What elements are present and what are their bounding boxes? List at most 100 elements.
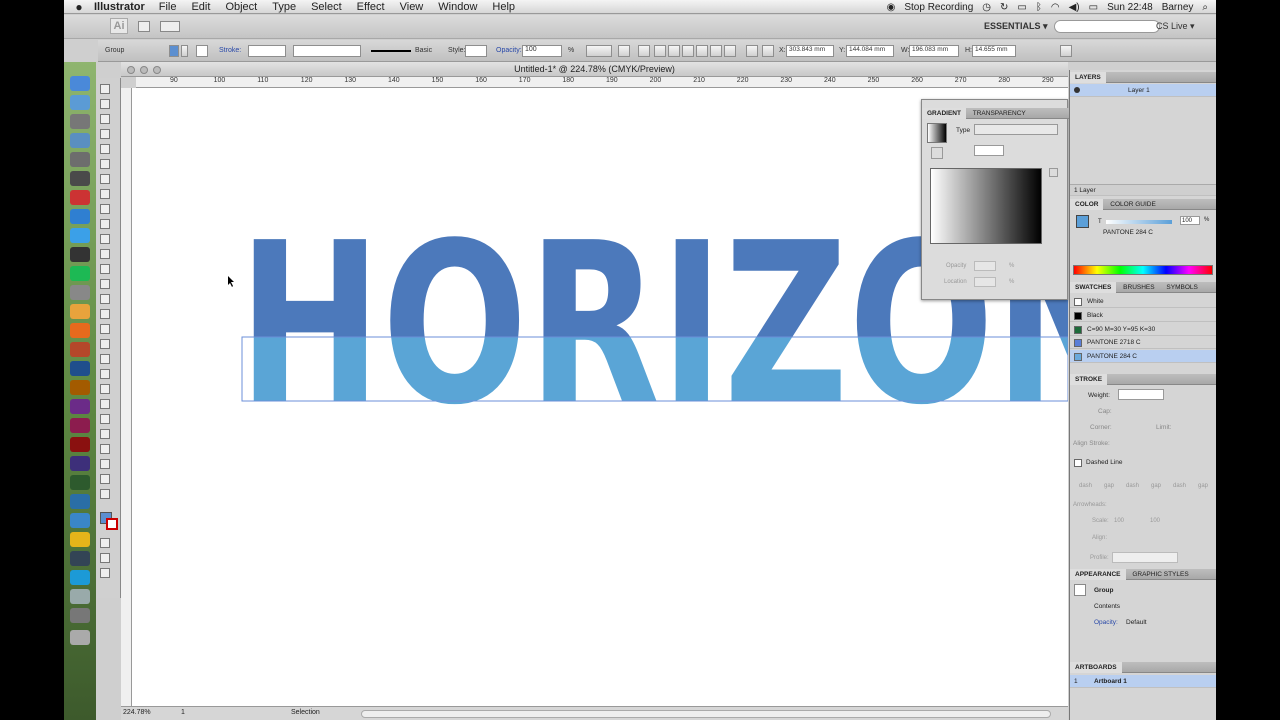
align-right-icon[interactable] [682,45,694,57]
document-tab[interactable]: Untitled-1* @ 224.78% (CMYK/Preview) [121,62,1068,77]
artboard-tool-icon[interactable] [100,444,110,454]
reference-point-icon[interactable] [762,45,774,57]
spotify-icon[interactable] [70,266,90,281]
arrange-documents-icon[interactable] [160,21,180,32]
stroke-weight-field[interactable] [248,45,286,57]
mail-icon[interactable] [70,133,90,148]
blend-tool-icon[interactable] [100,399,110,409]
slice-tool-icon[interactable] [100,459,110,469]
opacity-field[interactable]: 100 [522,45,562,57]
appearance-contents[interactable]: Contents [1094,603,1120,610]
pencil-tool-icon[interactable] [100,219,110,229]
artboard-row[interactable]: 1 Artboard 1 [1070,675,1216,688]
downloads-icon[interactable] [70,589,90,604]
dreamweaver-icon[interactable] [70,475,90,490]
firefox-icon[interactable] [70,323,90,338]
after-effects-icon[interactable] [70,456,90,471]
zoom-tool-icon[interactable] [100,489,110,499]
stroke-weight-input[interactable] [1118,389,1164,400]
browser-icon[interactable] [70,513,90,528]
variable-width-profile[interactable] [293,45,361,57]
gradient-slider-preview[interactable] [930,168,1042,244]
stop-location-field[interactable] [974,277,996,287]
opacity-label[interactable]: Opacity: [496,47,522,54]
minimize-window-icon[interactable] [140,66,148,74]
stop-recording-label[interactable]: Stop Recording [904,2,973,13]
free-transform-tool-icon[interactable] [100,309,110,319]
appearance-group[interactable]: Group [1094,587,1114,594]
search-input[interactable] [1054,20,1160,33]
finder-icon[interactable] [70,76,90,91]
color-mode-icon[interactable] [100,538,110,548]
bridge-icon[interactable] [138,21,150,32]
hand-tool-icon[interactable] [100,474,110,484]
stroke-label[interactable]: Stroke: [219,47,241,54]
artboard-navigation[interactable]: 1 [181,709,185,716]
terminal-icon[interactable] [70,551,90,566]
w-field[interactable]: 196.083 mm [909,45,959,57]
eraser-tool-icon[interactable] [100,249,110,259]
volume-icon[interactable]: ◀) [1069,2,1080,13]
horizontal-scrollbar[interactable] [361,710,1051,718]
system-icon[interactable] [70,152,90,167]
mesh-tool-icon[interactable] [100,354,110,364]
perspective-grid-tool-icon[interactable] [100,339,110,349]
menu-app-name[interactable]: Illustrator [94,1,145,13]
recolor-artwork-icon[interactable] [586,45,612,57]
sync-icon[interactable]: ↻ [1000,2,1008,13]
stop-recording-icon[interactable]: ◉ [887,2,896,13]
close-window-icon[interactable] [127,66,135,74]
documents-icon[interactable] [70,608,90,623]
indesign-icon[interactable] [70,418,90,433]
safari-icon[interactable] [70,95,90,110]
tab-brushes[interactable]: BRUSHES [1118,282,1159,293]
battery-icon[interactable]: ▭ [1089,2,1098,13]
visibility-eye-icon[interactable] [1074,87,1080,93]
selection-tool-icon[interactable] [100,84,110,94]
zoom-window-icon[interactable] [153,66,161,74]
chrome-icon[interactable] [70,304,90,319]
align-middle-icon[interactable] [710,45,722,57]
x-field[interactable]: 303.843 mm [786,45,834,57]
panel-menu-icon[interactable] [1060,45,1072,57]
utility-icon[interactable] [70,247,90,262]
cyberduck-icon[interactable] [70,532,90,547]
user-name[interactable]: Barney [1162,2,1194,13]
tab-layers[interactable]: LAYERS [1070,72,1106,83]
calendar-icon[interactable] [70,190,90,205]
dashed-line-checkbox[interactable] [1074,459,1082,467]
lasso-tool-icon[interactable] [100,129,110,139]
skype-icon[interactable] [70,570,90,585]
display-icon[interactable]: ▭ [1017,2,1026,13]
tab-graphic-styles[interactable]: GRAPHIC STYLES [1127,569,1193,580]
h-field[interactable]: 14.655 mm [972,45,1016,57]
reverse-gradient-icon[interactable] [931,147,943,159]
align-left-icon[interactable] [654,45,666,57]
twitter-icon[interactable] [70,228,90,243]
stop-opacity-field[interactable] [974,261,996,271]
eyedropper-tool-icon[interactable] [100,384,110,394]
zoom-level[interactable]: 224.78% [123,709,151,716]
apple-menu-icon[interactable]: ● [64,0,94,14]
symbol-sprayer-tool-icon[interactable] [100,414,110,424]
swatch-row[interactable]: Black [1070,309,1216,322]
paintbrush-tool-icon[interactable] [100,204,110,214]
tab-symbols[interactable]: SYMBOLS [1161,282,1202,293]
stroke-color-icon[interactable] [106,518,118,530]
premiere-icon[interactable] [70,399,90,414]
draw-mode-icon[interactable] [100,553,110,563]
scale-start[interactable]: 100 [1114,518,1124,524]
fill-dropdown-icon[interactable] [181,45,188,57]
line-tool-icon[interactable] [100,174,110,184]
layer-name[interactable]: Layer 1 [1128,84,1150,97]
transform-icon[interactable] [746,45,758,57]
menu-type[interactable]: Type [272,1,296,13]
menu-select[interactable]: Select [311,1,342,13]
bluetooth-icon[interactable]: ᛒ [1036,2,1042,13]
appearance-opacity-label[interactable]: Opacity: [1094,619,1118,626]
pen-tool-icon[interactable] [100,144,110,154]
tab-appearance[interactable]: APPEARANCE [1070,569,1126,580]
appstore-icon[interactable] [70,209,90,224]
type-tool-icon[interactable] [100,159,110,169]
photoshop-icon[interactable] [70,361,90,376]
